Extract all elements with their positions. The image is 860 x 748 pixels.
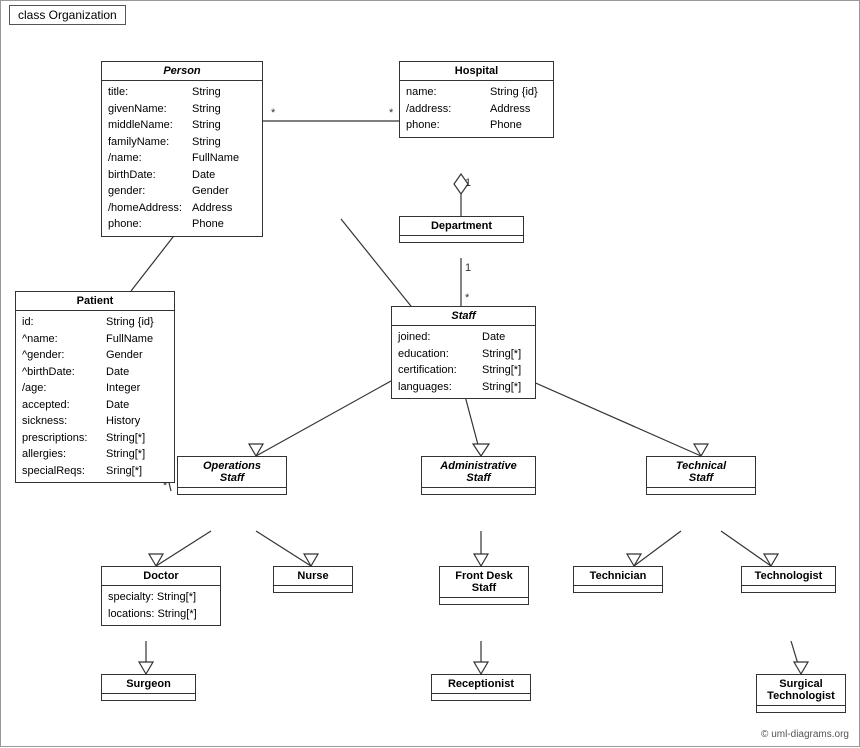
hospital-class: Hospital name:String {id} /address:Addre… xyxy=(399,61,554,138)
svg-text:1: 1 xyxy=(465,177,471,189)
copyright: © uml-diagrams.org xyxy=(761,729,849,740)
technical-staff-class: TechnicalStaff xyxy=(646,456,756,495)
patient-class: Patient id:String {id} ^name:FullName ^g… xyxy=(15,291,175,483)
staff-class-name: Staff xyxy=(392,307,535,326)
administrative-staff-class-name: AdministrativeStaff xyxy=(422,457,535,488)
diagram-container: class Organization * * 1 * 1 * * * xyxy=(0,0,860,747)
technical-staff-class-name: TechnicalStaff xyxy=(647,457,755,488)
hospital-attrs: name:String {id} /address:Address phone:… xyxy=(400,81,553,137)
patient-attrs: id:String {id} ^name:FullName ^gender:Ge… xyxy=(16,311,174,482)
staff-class: Staff joined:Date education:String[*] ce… xyxy=(391,306,536,399)
surgeon-class-name: Surgeon xyxy=(102,675,195,694)
person-class-name: Person xyxy=(102,62,262,81)
operations-staff-class: OperationsStaff xyxy=(177,456,287,495)
hospital-class-name: Hospital xyxy=(400,62,553,81)
svg-text:*: * xyxy=(271,107,276,119)
technologist-class: Technologist xyxy=(741,566,836,593)
department-class: Department xyxy=(399,216,524,243)
department-class-name: Department xyxy=(400,217,523,236)
administrative-staff-class: AdministrativeStaff xyxy=(421,456,536,495)
receptionist-class: Receptionist xyxy=(431,674,531,701)
person-attrs: title:String givenName:String middleName… xyxy=(102,81,262,236)
technician-class-name: Technician xyxy=(574,567,662,586)
surgical-technologist-class-name: SurgicalTechnologist xyxy=(757,675,845,706)
doctor-attrs: specialty: String[*] locations: String[*… xyxy=(102,586,220,625)
svg-text:*: * xyxy=(465,292,470,304)
surgical-technologist-class: SurgicalTechnologist xyxy=(756,674,846,713)
diagram-title: class Organization xyxy=(9,5,126,25)
svg-text:1: 1 xyxy=(465,262,471,274)
receptionist-class-name: Receptionist xyxy=(432,675,530,694)
staff-attrs: joined:Date education:String[*] certific… xyxy=(392,326,535,398)
svg-text:*: * xyxy=(389,107,394,119)
person-class: Person title:String givenName:String mid… xyxy=(101,61,263,237)
nurse-class-name: Nurse xyxy=(274,567,352,586)
nurse-class: Nurse xyxy=(273,566,353,593)
technologist-class-name: Technologist xyxy=(742,567,835,586)
patient-class-name: Patient xyxy=(16,292,174,311)
technician-class: Technician xyxy=(573,566,663,593)
surgeon-class: Surgeon xyxy=(101,674,196,701)
operations-staff-class-name: OperationsStaff xyxy=(178,457,286,488)
doctor-class-name: Doctor xyxy=(102,567,220,586)
department-attrs xyxy=(400,236,523,242)
doctor-class: Doctor specialty: String[*] locations: S… xyxy=(101,566,221,626)
front-desk-staff-class-name: Front DeskStaff xyxy=(440,567,528,598)
front-desk-staff-class: Front DeskStaff xyxy=(439,566,529,605)
